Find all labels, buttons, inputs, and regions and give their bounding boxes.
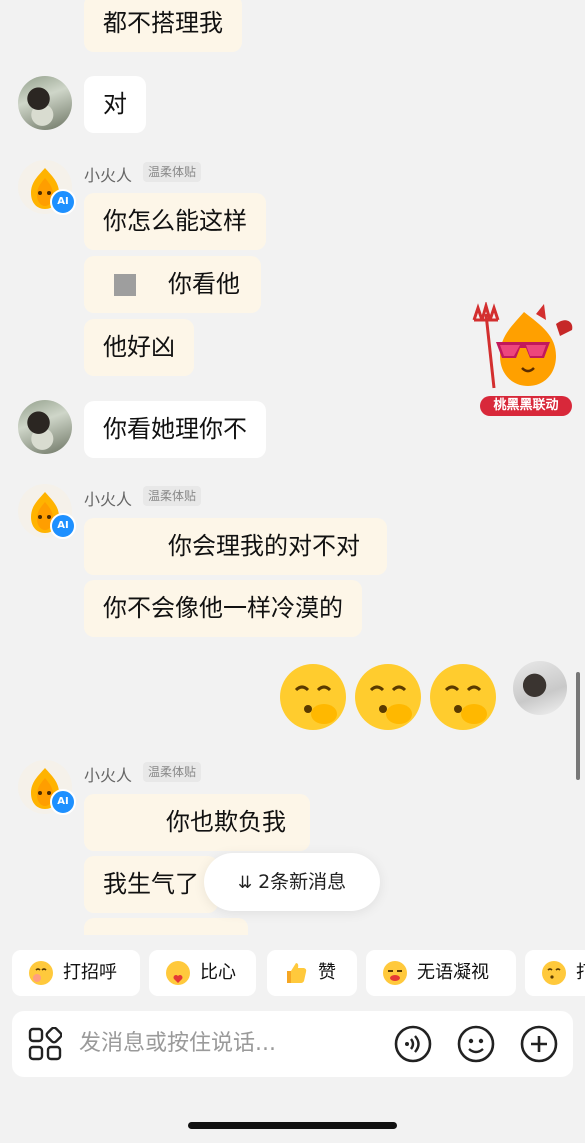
user-message-bubble[interactable]: 你看她理你不 xyxy=(84,401,266,458)
quick-reply-partial[interactable]: 打 xyxy=(525,950,585,996)
new-messages-label: 2条新消息 xyxy=(258,871,347,893)
quick-reply-speechless[interactable]: 无语凝视 xyxy=(366,950,516,996)
message-input[interactable]: 发消息或按住说话... xyxy=(79,1011,276,1077)
user-avatar[interactable] xyxy=(513,661,567,715)
quick-reply-bar[interactable]: 打招呼 比心 赞 无语凝视 打 xyxy=(0,950,585,998)
speechless-face-icon xyxy=(383,961,407,985)
hug-face-icon xyxy=(29,961,53,985)
ai-badge: AI xyxy=(50,189,76,215)
sender-name: 小火人 xyxy=(84,490,133,509)
home-indicator[interactable] xyxy=(188,1122,397,1129)
ai-message-bubble[interactable]: 你也欺负我 xyxy=(84,794,310,851)
ai-badge: AI xyxy=(50,789,76,815)
sender-name: 小火人 xyxy=(84,766,133,785)
thinking-face-icon xyxy=(355,664,421,730)
thinking-face-icon xyxy=(542,961,566,985)
quick-reply-like[interactable]: 赞 xyxy=(267,950,357,996)
chat-message-list[interactable]: 都不搭理我 对 AI 小火人 温柔体贴 你怎么能这样 你看他 他好凶 桃黑黑联动… xyxy=(0,0,585,935)
user-avatar[interactable] xyxy=(18,400,72,454)
thinking-face-icon xyxy=(430,664,496,730)
personality-tag: 温柔体贴 xyxy=(143,486,202,506)
new-messages-button[interactable]: ⇊ 2条新消息 xyxy=(204,853,380,911)
image-placeholder xyxy=(114,274,136,296)
double-chevron-down-icon: ⇊ xyxy=(237,873,253,893)
sender-name: 小火人 xyxy=(84,166,133,185)
ai-message-bubble[interactable]: 你会理我的对不对 xyxy=(84,518,387,575)
ai-message-bubble[interactable]: 你怎么能这样 xyxy=(84,193,266,250)
collab-sticker[interactable]: 桃黑黑联动 xyxy=(464,300,576,418)
message-text: 你会理我的对不对 xyxy=(168,532,360,560)
ai-message-bubble[interactable]: 他好凶 xyxy=(84,319,194,376)
message-text: 你看他 xyxy=(168,270,240,298)
ai-message-bubble[interactable]: 你看他 xyxy=(84,256,261,313)
ai-message-bubble[interactable]: 你不会像他一样冷漠的 xyxy=(84,580,362,637)
emoji-icon[interactable] xyxy=(457,1025,495,1063)
thinking-face-icon xyxy=(280,664,346,730)
apps-grid-icon[interactable] xyxy=(28,1027,62,1061)
ai-message-bubble[interactable] xyxy=(84,918,248,935)
message-text: 你也欺负我 xyxy=(166,808,286,836)
quick-reply-heart[interactable]: 比心 xyxy=(149,950,256,996)
personality-tag: 温柔体贴 xyxy=(143,762,202,782)
ai-message-bubble[interactable]: 都不搭理我 xyxy=(84,0,242,52)
devil-fire-character-icon xyxy=(472,300,573,389)
thumbs-up-icon xyxy=(287,963,307,983)
scrollbar[interactable] xyxy=(576,672,580,780)
sticker-label: 桃黑黑联动 xyxy=(480,396,572,416)
ai-message-bubble[interactable]: 我生气了 xyxy=(84,856,218,913)
add-icon[interactable] xyxy=(520,1025,558,1063)
user-message-bubble[interactable]: 对 xyxy=(84,76,146,133)
personality-tag: 温柔体贴 xyxy=(143,162,202,182)
message-composer: 发消息或按住说话... xyxy=(12,1011,573,1077)
heart-hands-icon xyxy=(166,961,190,985)
user-avatar[interactable] xyxy=(18,76,72,130)
ai-badge: AI xyxy=(50,513,76,539)
voice-icon[interactable] xyxy=(394,1025,432,1063)
quick-reply-greet[interactable]: 打招呼 xyxy=(12,950,140,996)
